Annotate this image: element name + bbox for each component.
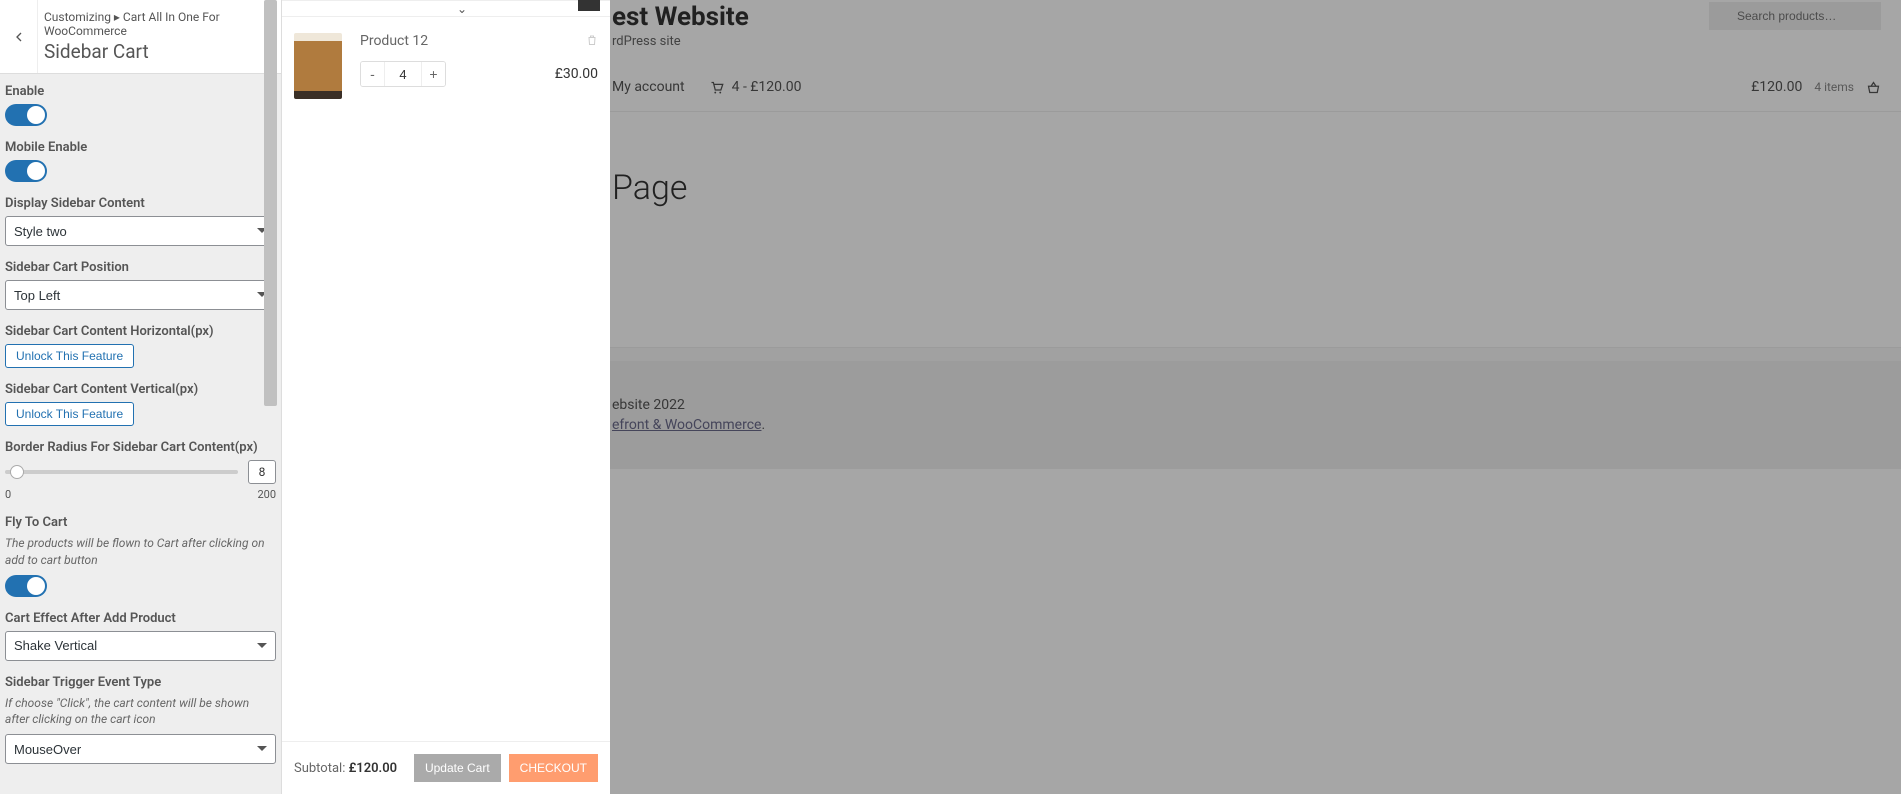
cart-header-accent — [578, 0, 600, 11]
product-name[interactable]: Product 12 — [360, 33, 598, 49]
controls-list: Enable Mobile Enable Display Sidebar Con… — [0, 74, 281, 794]
sidebar-cart: ⌄ Product 12 - + £30.00 — [282, 0, 610, 794]
site-title[interactable]: est Website — [612, 2, 749, 32]
checkout-button[interactable]: CHECKOUT — [509, 754, 598, 782]
cart-item: Product 12 - + £30.00 — [294, 33, 598, 99]
cart-effect-select[interactable]: Shake Vertical — [5, 631, 276, 661]
mobile-enable-toggle[interactable] — [5, 160, 47, 182]
slider-thumb[interactable] — [10, 465, 24, 479]
enable-label: Enable — [5, 84, 276, 99]
display-sidebar-content-label: Display Sidebar Content — [5, 196, 276, 211]
item-price: £30.00 — [555, 66, 598, 82]
preview-pane: est Website rdPress site My account 4 - … — [282, 0, 1901, 794]
product-image[interactable] — [294, 33, 342, 99]
qty-input[interactable] — [385, 62, 421, 86]
section-title: Sidebar Cart — [44, 40, 271, 63]
fly-to-cart-label: Fly To Cart — [5, 515, 276, 530]
sidebar-cart-position-select[interactable]: Top Left — [5, 280, 276, 310]
slider-max: 200 — [257, 488, 276, 501]
horizontal-label: Sidebar Cart Content Horizontal(px) — [5, 324, 276, 339]
cart-icon — [709, 80, 724, 95]
sidebar-cart-position-label: Sidebar Cart Position — [5, 260, 276, 275]
cart-effect-label: Cart Effect After Add Product — [5, 611, 276, 626]
quantity-stepper: - + — [360, 61, 446, 87]
qty-increase-button[interactable]: + — [421, 62, 445, 86]
page-title: Page — [612, 168, 1901, 208]
nav-price: £120.00 — [1751, 79, 1802, 95]
basket-icon — [1866, 80, 1881, 95]
site-tagline: rdPress site — [612, 34, 749, 49]
fly-to-cart-desc: The products will be flown to Cart after… — [5, 535, 276, 569]
customizer-panel: Customizing ▸ Cart All In One For WooCom… — [0, 0, 282, 794]
nav-cart-link[interactable]: 4 - £120.00 — [709, 79, 802, 95]
trigger-select[interactable]: MouseOver — [5, 734, 276, 764]
nav-items-count: 4 items — [1814, 80, 1854, 94]
back-button[interactable] — [0, 0, 38, 73]
nav-cart-text: 4 - £120.00 — [732, 79, 802, 95]
nav-cart-summary[interactable]: £120.00 4 items — [1751, 79, 1881, 95]
border-radius-value[interactable]: 8 — [248, 460, 276, 484]
customizer-scrollbar[interactable] — [264, 0, 277, 406]
fly-to-cart-toggle[interactable] — [5, 575, 47, 597]
slider-min: 0 — [5, 488, 11, 501]
breadcrumb: Customizing ▸ Cart All In One For WooCom… — [44, 10, 271, 38]
qty-decrease-button[interactable]: - — [361, 62, 385, 86]
display-sidebar-content-select[interactable]: Style two — [5, 216, 276, 246]
subtotal-value: £120.00 — [349, 761, 398, 776]
footer-link[interactable]: efront & WooCommerce — [612, 417, 761, 433]
vertical-label: Sidebar Cart Content Vertical(px) — [5, 382, 276, 397]
update-cart-button[interactable]: Update Cart — [414, 754, 501, 782]
trigger-desc: If choose "Click", the cart content will… — [5, 695, 276, 729]
search-input[interactable] — [1709, 2, 1881, 30]
subtotal-label: Subtotal: — [294, 761, 345, 776]
chevron-left-icon — [11, 29, 27, 45]
enable-toggle[interactable] — [5, 104, 47, 126]
unlock-horizontal-button[interactable]: Unlock This Feature — [5, 344, 134, 368]
trigger-label: Sidebar Trigger Event Type — [5, 675, 276, 690]
border-radius-label: Border Radius For Sidebar Cart Content(p… — [5, 440, 276, 455]
footer-copyright: ebsite 2022 — [612, 397, 1881, 413]
border-radius-slider[interactable] — [5, 470, 238, 474]
chevron-down-icon: ⌄ — [457, 2, 467, 16]
mobile-enable-label: Mobile Enable — [5, 140, 276, 155]
customizer-header: Customizing ▸ Cart All In One For WooCom… — [0, 0, 281, 74]
trash-icon[interactable] — [586, 33, 598, 51]
nav-my-account[interactable]: My account — [612, 79, 685, 95]
unlock-vertical-button[interactable]: Unlock This Feature — [5, 402, 134, 426]
